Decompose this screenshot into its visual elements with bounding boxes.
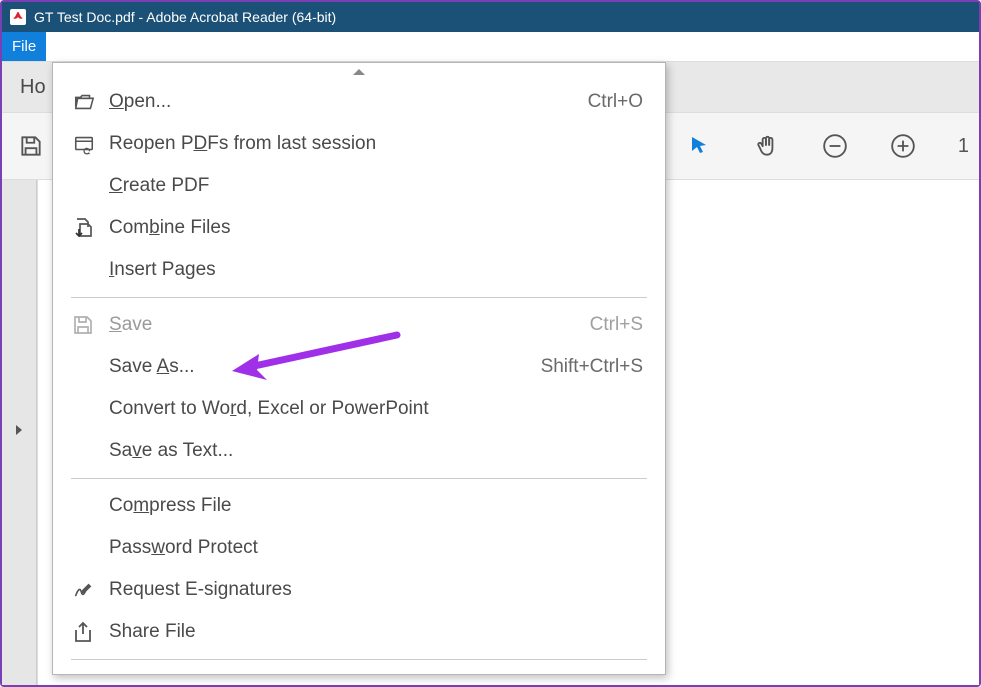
menu-open[interactable]: Open... Ctrl+O — [53, 81, 665, 123]
reopen-icon — [71, 133, 109, 155]
menu-save-as-text[interactable]: Save as Text... — [53, 430, 665, 472]
menu-label: Share File — [109, 621, 643, 643]
menu-label: Insert Pages — [109, 259, 643, 281]
zoom-level-partial: 1 — [958, 135, 969, 158]
menu-scroll-up[interactable] — [53, 63, 665, 81]
window-title: GT Test Doc.pdf - Adobe Acrobat Reader (… — [34, 9, 336, 25]
menu-label: Save — [109, 314, 590, 336]
menu-label: Request E-signatures — [109, 579, 643, 601]
menu-label: Combine Files — [109, 217, 643, 239]
menu-separator — [71, 478, 647, 479]
save-icon — [71, 313, 109, 337]
menu-shortcut: Ctrl+O — [588, 91, 643, 113]
menu-save-as[interactable]: Save As... Shift+Ctrl+S — [53, 346, 665, 388]
menu-bar: File — [2, 32, 979, 62]
menu-label: Open... — [109, 91, 588, 113]
menu-compress-file[interactable]: Compress File — [53, 485, 665, 527]
folder-open-icon — [71, 91, 109, 113]
tab-home-partial[interactable]: Ho — [20, 76, 46, 99]
menu-separator — [71, 659, 647, 660]
menu-convert-to-office[interactable]: Convert to Word, Excel or PowerPoint — [53, 388, 665, 430]
menu-separator — [71, 297, 647, 298]
menu-password-protect[interactable]: Password Protect — [53, 527, 665, 569]
menu-label: Convert to Word, Excel or PowerPoint — [109, 398, 643, 420]
menu-shortcut: Ctrl+S — [590, 314, 643, 336]
acrobat-app-icon — [10, 9, 26, 25]
file-menu-dropdown: Open... Ctrl+O Reopen PDFs from last ses… — [52, 62, 666, 675]
menu-share-file[interactable]: Share File — [53, 611, 665, 653]
menu-insert-pages[interactable]: Insert Pages — [53, 249, 665, 291]
share-icon — [71, 620, 109, 644]
menu-label: Save as Text... — [109, 440, 643, 462]
menu-label: Save As... — [109, 356, 541, 378]
cursor-icon[interactable] — [686, 133, 712, 159]
menu-save: Save Ctrl+S — [53, 304, 665, 346]
menu-label: Create PDF — [109, 175, 643, 197]
hand-icon[interactable] — [754, 133, 780, 159]
save-icon[interactable] — [18, 133, 44, 159]
menu-label: Password Protect — [109, 537, 643, 559]
zoom-out-icon[interactable] — [822, 133, 848, 159]
zoom-in-icon[interactable] — [890, 133, 916, 159]
menu-reopen-pdfs[interactable]: Reopen PDFs from last session — [53, 123, 665, 165]
menu-label: Compress File — [109, 495, 643, 517]
combine-files-icon — [71, 216, 109, 240]
menu-label: Reopen PDFs from last session — [109, 133, 643, 155]
menu-combine-files[interactable]: Combine Files — [53, 207, 665, 249]
menu-file[interactable]: File — [2, 32, 46, 61]
menu-request-esignatures[interactable]: Request E-signatures — [53, 569, 665, 611]
sidebar-panel — [2, 180, 37, 685]
menu-shortcut: Shift+Ctrl+S — [541, 356, 643, 378]
title-bar: GT Test Doc.pdf - Adobe Acrobat Reader (… — [2, 2, 979, 32]
sidebar-expand-icon[interactable] — [14, 423, 24, 442]
signature-icon — [71, 579, 109, 601]
menu-create-pdf[interactable]: Create PDF — [53, 165, 665, 207]
